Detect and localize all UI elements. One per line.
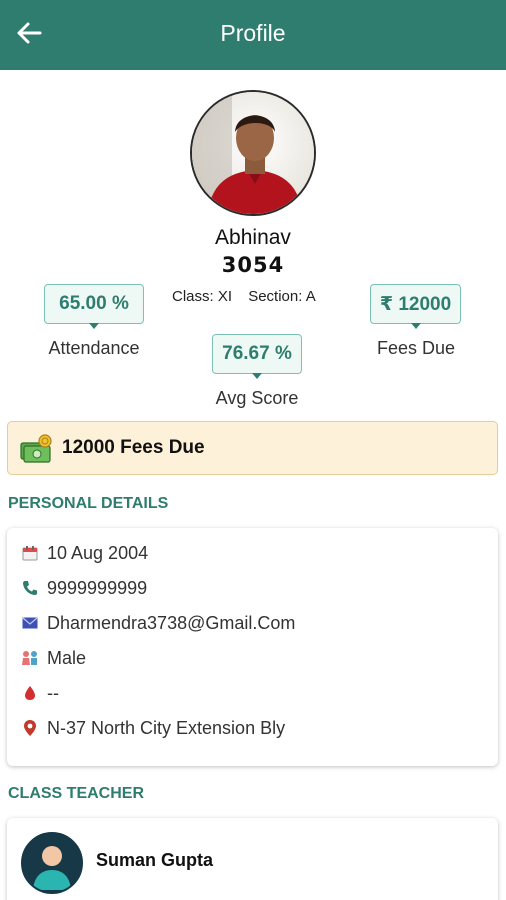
- address-text: N-37 North City Extension Bly: [47, 717, 286, 738]
- section-label: Section: A: [248, 288, 316, 305]
- fees-due-label: Fees Due: [376, 338, 456, 358]
- location-pin-icon: [21, 719, 39, 737]
- attendance-badge: 65.00 %: [44, 284, 144, 329]
- app-bar: Profile: [0, 0, 506, 70]
- student-name: Abhinav: [215, 226, 291, 249]
- email-text: Dharmendra3738@Gmail.Com: [47, 612, 296, 633]
- avg-score-badge: 76.67 %: [212, 334, 302, 379]
- fees-due-text: 12000 Fees Due: [62, 437, 205, 458]
- gender-text: Male: [47, 647, 87, 668]
- blood-group-row: --: [21, 681, 59, 705]
- class-teacher-card[interactable]: Suman Gupta: [7, 818, 498, 900]
- blood-drop-icon: [21, 684, 39, 702]
- teacher-name: Suman Gupta: [96, 850, 214, 870]
- attendance-label: Attendance: [48, 338, 140, 358]
- calendar-icon: [21, 544, 39, 562]
- phone-row[interactable]: 9999999999: [21, 576, 147, 600]
- address-row[interactable]: N-37 North City Extension Bly: [21, 716, 285, 740]
- personal-details-card: 10 Aug 2004 9999999999 Dharmendra3738@Gm…: [7, 528, 498, 766]
- phone-text: 9999999999: [47, 577, 148, 598]
- teacher-avatar-icon: [21, 832, 83, 894]
- student-roll-number: 3054: [221, 253, 285, 277]
- fees-due-banner[interactable]: 12000 Fees Due: [7, 421, 498, 475]
- gender-row: Male: [21, 646, 86, 670]
- class-section: Class: XI Section: A: [172, 288, 316, 305]
- avg-score-label: Avg Score: [215, 388, 299, 408]
- dob-text: 10 Aug 2004: [47, 542, 149, 563]
- email-icon: [21, 614, 39, 632]
- blood-group-text: --: [47, 682, 59, 703]
- class-label: Class: XI: [172, 288, 233, 305]
- gender-icon: [21, 649, 39, 667]
- phone-icon: [21, 579, 39, 597]
- money-icon: [20, 434, 54, 469]
- email-row[interactable]: Dharmendra3738@Gmail.Com: [21, 611, 295, 635]
- personal-details-heading: PERSONAL DETAILS: [8, 495, 169, 512]
- page-title: Profile: [220, 20, 286, 46]
- fees-due-badge: ₹ 12000: [370, 284, 461, 329]
- student-avatar[interactable]: [190, 90, 316, 216]
- class-teacher-heading: CLASS TEACHER: [8, 785, 145, 802]
- dob-row: 10 Aug 2004: [21, 541, 148, 565]
